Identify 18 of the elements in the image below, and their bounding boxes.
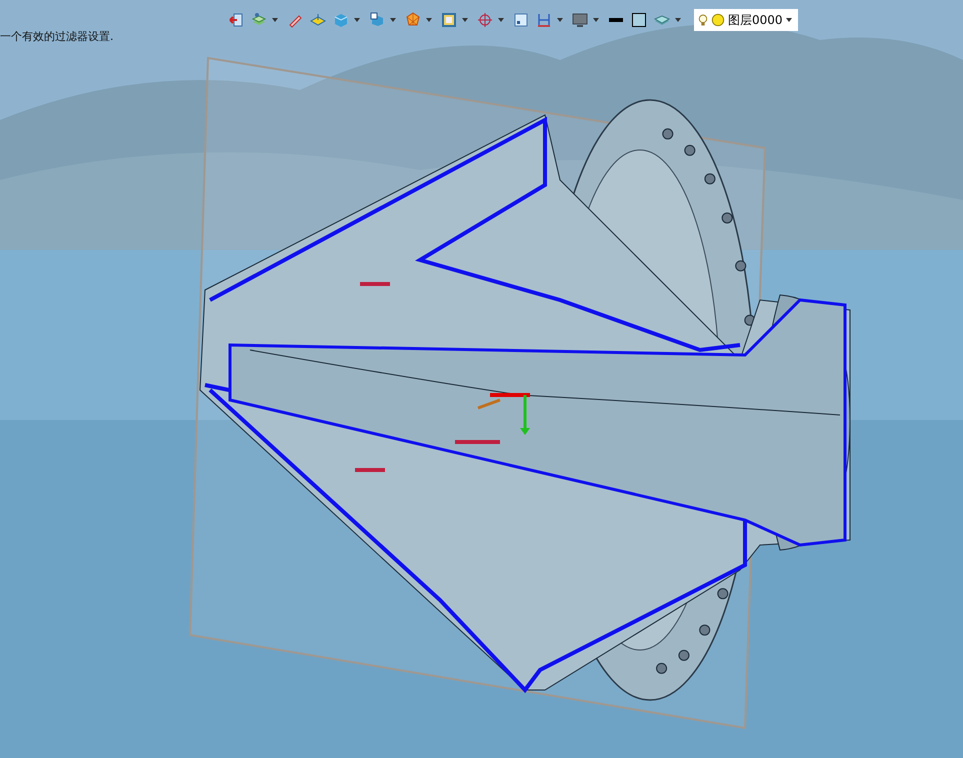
caret-icon — [786, 18, 792, 22]
caret-icon[interactable] — [354, 18, 360, 22]
axis-triad-icon — [477, 393, 530, 435]
caret-icon[interactable] — [557, 18, 563, 22]
caret-icon[interactable] — [272, 18, 278, 22]
frame-icon[interactable] — [439, 10, 459, 30]
circle-icon — [711, 13, 725, 27]
fill-square-icon[interactable] — [629, 10, 649, 30]
lightbulb-icon — [698, 12, 708, 28]
target-icon[interactable] — [475, 10, 495, 30]
caret-icon[interactable] — [593, 18, 599, 22]
caret-icon[interactable] — [426, 18, 432, 22]
caret-icon[interactable] — [675, 18, 681, 22]
layer-dropdown[interactable]: 图层0000 — [694, 9, 798, 31]
caret-icon[interactable] — [498, 18, 504, 22]
status-message: 一个有效的过滤器设置. — [0, 29, 114, 44]
caret-icon[interactable] — [462, 18, 468, 22]
caret-icon[interactable] — [390, 18, 396, 22]
